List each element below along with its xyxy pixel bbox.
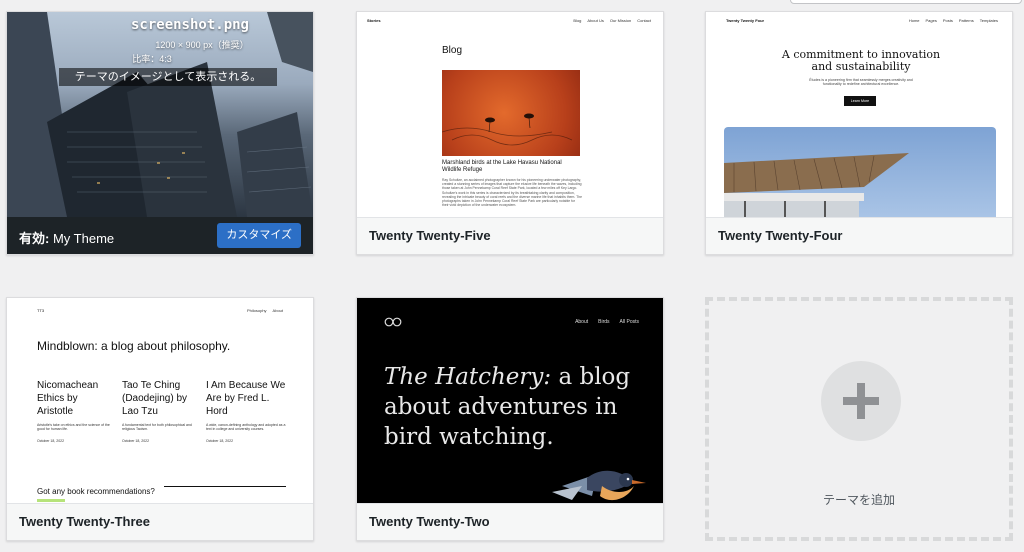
bird-illustration (552, 470, 646, 501)
theme-name-bar: Twenty Twenty-Five (357, 217, 663, 254)
theme-screenshot: Twenty Twenty Four Home Pages Posts Patt… (706, 12, 1012, 217)
plus-icon (821, 361, 901, 441)
theme-screenshot: TT3 Philosophy About Mindblown: a blog a… (7, 298, 313, 503)
site-title: Twenty Twenty Four (726, 18, 765, 23)
nav-item: About (272, 308, 283, 313)
nav-item: All Posts (619, 319, 639, 325)
theme-card-my-theme[interactable]: screenshot.png 1200 × 900 px（推奨） 比率：4:3 … (6, 11, 314, 255)
preview-headline: A commitment to innovation and sustainab… (781, 48, 941, 73)
post-date: October 18, 2022 (122, 439, 150, 443)
screenshot-filename: screenshot.png (130, 17, 249, 33)
nav-item: Blog (573, 18, 582, 23)
theme-card-twenty-twenty-five[interactable]: Stories Blog About Us Our Mission Contac… (356, 11, 664, 255)
nav-item: About (575, 319, 589, 325)
post-title: I Am Because We Are by Fred L. Hord (206, 380, 286, 417)
theme-name-bar: Twenty Twenty-Three (7, 503, 313, 540)
theme-name: 有効: My Theme (19, 228, 114, 247)
theme-card-twenty-twenty-two[interactable]: About Birds All Posts The Hatchery: a bl… (356, 297, 664, 541)
preview-headline: The Hatchery: a blog about adventures in… (384, 362, 634, 452)
nav-item: Posts (942, 18, 953, 23)
nav-item: Our Mission (609, 18, 632, 23)
theme-card-twenty-twenty-three[interactable]: TT3 Philosophy About Mindblown: a blog a… (6, 297, 314, 541)
add-theme-card[interactable]: テーマを追加 (705, 297, 1013, 541)
theme-screenshot: About Birds All Posts The Hatchery: a bl… (357, 298, 663, 503)
preview-headline: Mindblown: a blog about philosophy. (37, 339, 231, 353)
nav-item: Templates (979, 18, 998, 23)
preview-nav: About Birds All Posts (575, 319, 639, 325)
preview-heading: Blog (442, 45, 463, 56)
post-excerpt: A fundamental text for both philosophica… (122, 423, 192, 432)
screenshot-ratio: 比率：4:3 (132, 54, 172, 64)
accent-bar (37, 499, 65, 502)
nav-item: Birds (598, 319, 610, 325)
customize-button[interactable]: カスタマイズ (217, 223, 301, 248)
architecture-photo (724, 127, 996, 217)
preview-post-title: Marshland birds at the Lake Havasu Natio… (442, 160, 562, 173)
theme-name: Twenty Twenty-Three (19, 514, 150, 529)
screenshot-size: 1200 × 900 px（推奨） (155, 40, 249, 50)
post-excerpt: A wide, canon-defining anthology and ado… (206, 423, 286, 432)
theme-name-bar: Twenty Twenty-Four (706, 217, 1012, 254)
nav-item: Patterns (958, 18, 974, 23)
theme-name-text: My Theme (52, 231, 115, 246)
preview-nav: Blog About Us Our Mission Contact (573, 18, 651, 23)
headline-italic: The Hatchery: (384, 364, 552, 390)
divider (164, 486, 286, 487)
add-theme-label: テーマを追加 (822, 493, 895, 507)
top-search-edge (790, 0, 1022, 4)
post-excerpt: Aristotle's take on ethics and the scien… (37, 423, 110, 432)
preview-excerpt: Ray Schultze, an acclaimed photographer … (442, 178, 582, 208)
theme-name-bar: Twenty Twenty-Two (357, 503, 663, 540)
preview-learn-more-button: Learn More (844, 96, 876, 106)
theme-screenshot: screenshot.png 1200 × 900 px（推奨） 比率：4:3 … (7, 12, 313, 217)
theme-name: Twenty Twenty-Two (369, 514, 490, 529)
logo-icon (384, 317, 402, 327)
nav-item: Home (908, 18, 920, 23)
post-date: October 18, 2022 (37, 439, 65, 443)
marsh-bird-photo (442, 70, 580, 156)
screenshot-note: テーマのイメージとして表示される。 (59, 68, 277, 86)
preview-nav: Home Pages Posts Patterns Templates (909, 18, 998, 23)
post-title: Nicomachean Ethics by Aristotle (37, 380, 99, 417)
theme-name-bar: 有効: My Theme カスタマイズ (7, 217, 313, 254)
nav-item: Pages (925, 18, 937, 23)
site-title: Stories (367, 18, 381, 23)
preview-sub: Études is a pioneering firm that seamles… (809, 78, 913, 87)
post-date: October 18, 2022 (206, 439, 234, 443)
theme-name: Twenty Twenty-Five (369, 228, 491, 243)
theme-name: Twenty Twenty-Four (718, 228, 843, 243)
theme-card-twenty-twenty-four[interactable]: Twenty Twenty Four Home Pages Posts Patt… (705, 11, 1013, 255)
post-title: Tao Te Ching (Daodejing) by Lao Tzu (122, 380, 188, 417)
site-title: TT3 (37, 308, 45, 313)
theme-screenshot: Stories Blog About Us Our Mission Contac… (357, 12, 663, 217)
nav-item: Philosophy (246, 308, 267, 313)
footer-question: Got any book recommendations? (37, 487, 155, 496)
nav-item: About Us (587, 18, 604, 23)
preview-nav: Philosophy About (247, 308, 283, 313)
active-label: 有効: (19, 231, 50, 246)
nav-item: Contact (637, 18, 651, 23)
